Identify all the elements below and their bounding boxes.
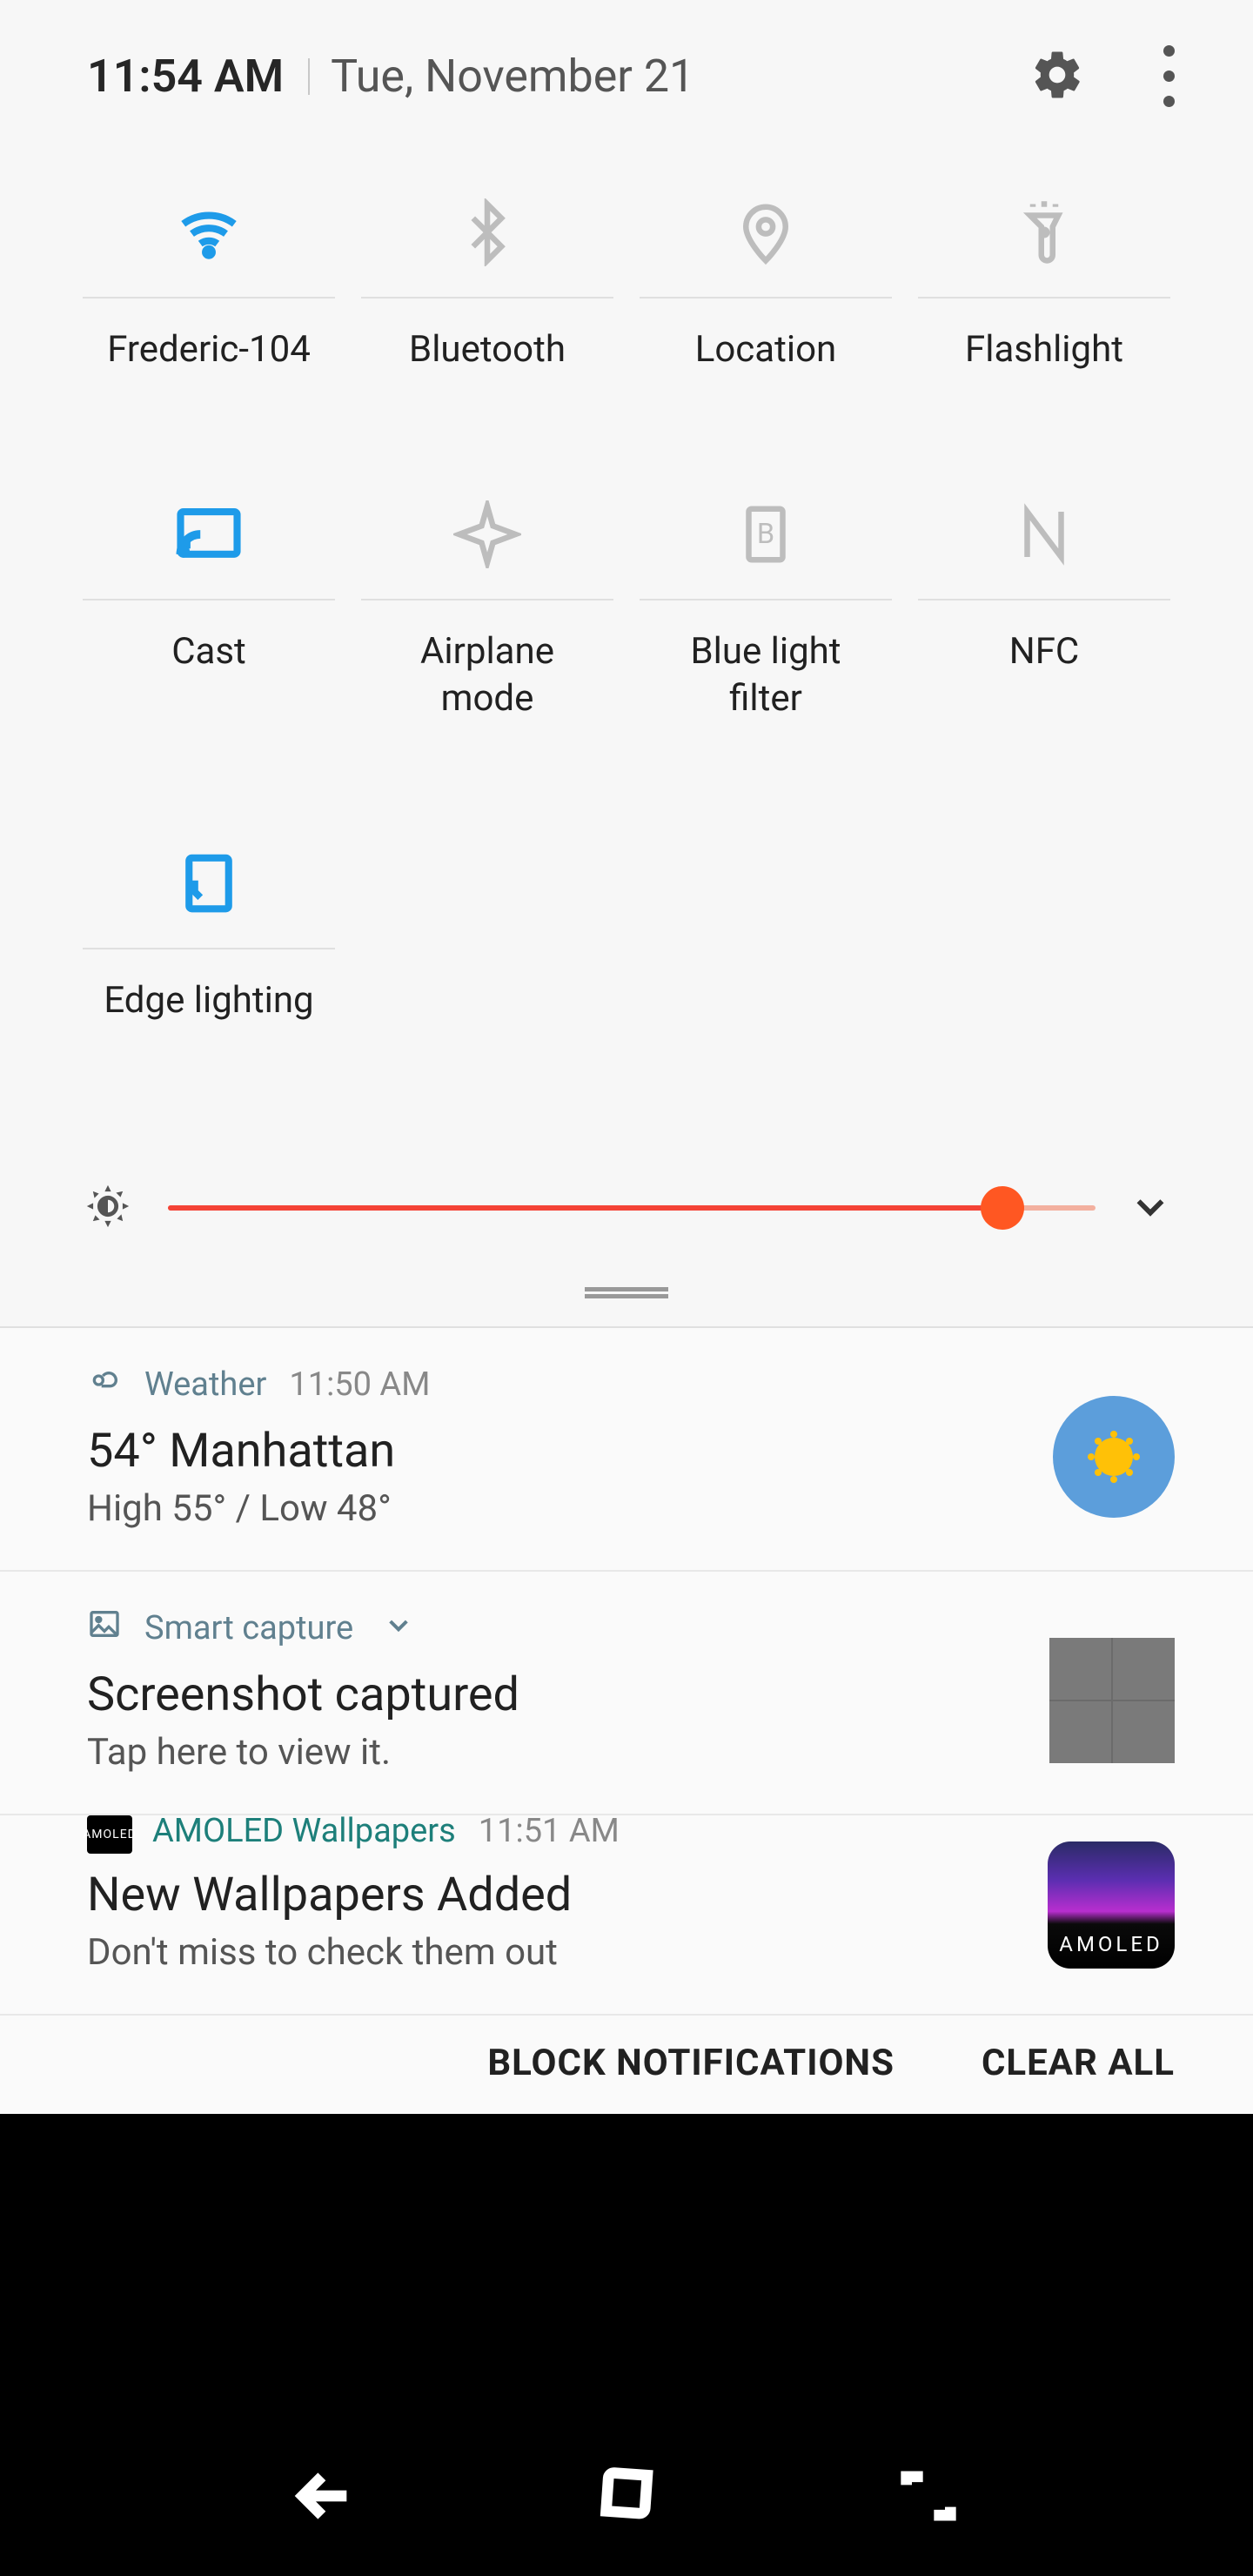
qs-label: NFC [1009, 628, 1080, 676]
clock-date: Tue, November 21 [331, 50, 694, 103]
cast-icon [83, 470, 335, 600]
notification-list: Weather 11:50 AM 54° Manhattan High 55° … [0, 1326, 1253, 2016]
chevron-down-icon[interactable] [385, 1609, 412, 1647]
wifi-icon [83, 168, 335, 299]
bluelight-icon: B [640, 470, 892, 600]
more-icon[interactable] [1163, 45, 1175, 107]
back-icon[interactable] [291, 2463, 358, 2532]
amoled-thumbnail: AMOLED [1048, 1841, 1175, 1969]
qs-tile-bluelight[interactable]: B Blue light filter [640, 470, 892, 723]
qs-label: Flashlight [965, 326, 1123, 374]
nfc-icon [918, 470, 1170, 600]
amoled-app-icon: AMOLED [87, 1815, 132, 1854]
qs-tile-wifi[interactable]: Frederic-104 [83, 168, 335, 374]
qs-tile-edge[interactable]: Edge lighting [83, 819, 335, 1025]
notification-time: 11:50 AM [289, 1365, 430, 1404]
notification-text: High 55° / Low 48° [87, 1487, 1175, 1530]
brightness-slider[interactable] [168, 1186, 1096, 1230]
gear-icon[interactable] [1029, 47, 1085, 106]
header-divider [308, 58, 310, 95]
location-icon [640, 168, 892, 299]
qs-label: Airplane mode [420, 628, 554, 723]
qs-tile-bluetooth[interactable]: Bluetooth [361, 168, 613, 374]
notification-app-name: Smart capture [144, 1609, 353, 1647]
blank-area [0, 2114, 1253, 2419]
qs-tile-flashlight[interactable]: Flashlight [918, 168, 1170, 374]
screenshot-thumbnail [1049, 1638, 1175, 1763]
notification-weather[interactable]: Weather 11:50 AM 54° Manhattan High 55° … [0, 1328, 1253, 1572]
flashlight-icon [918, 168, 1170, 299]
qs-tile-location[interactable]: Location [640, 168, 892, 374]
qs-label: Frederic-104 [107, 326, 311, 374]
qs-label: Blue light filter [690, 628, 841, 723]
weather-app-icon [87, 1363, 122, 1406]
panel-handle[interactable] [585, 1287, 668, 1291]
notification-screenshot[interactable]: Smart capture Screenshot captured Tap he… [0, 1572, 1253, 1815]
home-icon[interactable] [593, 2463, 660, 2532]
recents-icon[interactable] [895, 2463, 962, 2532]
notification-time: 11:51 AM [479, 1812, 620, 1850]
block-notifications-button[interactable]: BLOCK NOTIFICATIONS [487, 2042, 895, 2084]
navigation-bar [0, 2419, 1253, 2576]
svg-text:B: B [757, 516, 774, 549]
bluetooth-icon [361, 168, 613, 299]
chevron-down-icon[interactable] [1130, 1186, 1170, 1230]
notification-footer: BLOCK NOTIFICATIONS CLEAR ALL [0, 2016, 1253, 2114]
brightness-icon [83, 1181, 133, 1235]
qs-tile-airplane[interactable]: Airplane mode [361, 470, 613, 723]
airplane-icon [361, 470, 613, 600]
qs-label: Location [695, 326, 837, 374]
gallery-icon [87, 1607, 122, 1650]
quick-settings-grid: Frederic-104 Bluetooth Location Flashlight C… [0, 116, 1253, 1024]
notification-title: Screenshot captured [87, 1667, 1175, 1722]
qs-label: Bluetooth [409, 326, 566, 374]
sun-icon [1053, 1396, 1175, 1518]
notification-app-name: Weather [144, 1365, 266, 1404]
status-header: 11:54 AM Tue, November 21 [0, 0, 1253, 116]
notification-text: Tap here to view it. [87, 1731, 1175, 1774]
qs-label: Edge lighting [104, 977, 313, 1025]
qs-label: Cast [171, 628, 246, 676]
clock-time: 11:54 AM [87, 50, 284, 103]
notification-amoled[interactable]: AMOLED AMOLED Wallpapers 11:51 AM New Wa… [0, 1815, 1253, 2016]
notification-app-name: AMOLED Wallpapers [152, 1812, 456, 1850]
brightness-row [0, 1181, 1253, 1235]
clear-all-button[interactable]: CLEAR ALL [982, 2042, 1175, 2084]
qs-tile-cast[interactable]: Cast [83, 470, 335, 723]
notification-title: 54° Manhattan [87, 1424, 1175, 1479]
notification-text: Don't miss to check them out [87, 1931, 1175, 1974]
notification-title: New Wallpapers Added [87, 1868, 1175, 1922]
qs-tile-nfc[interactable]: NFC [918, 470, 1170, 723]
edge-icon [83, 819, 335, 949]
